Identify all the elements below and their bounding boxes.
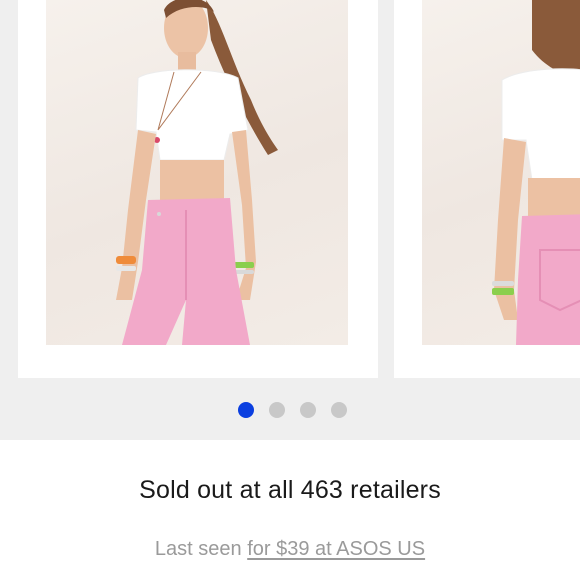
last-seen-prefix: Last seen [154, 538, 242, 560]
product-photo-front [46, 0, 348, 345]
carousel-dot-4[interactable] [330, 402, 347, 418]
image-carousel[interactable] [0, 0, 580, 440]
model-front-image [116, 0, 278, 345]
availability-status: Sold out at all 463 retailers [139, 476, 441, 504]
carousel-dot-2[interactable] [268, 402, 285, 418]
carousel-pagination [0, 402, 580, 418]
product-image-card[interactable] [394, 0, 580, 378]
product-image-card[interactable] [18, 0, 378, 378]
carousel-dot-1[interactable] [237, 402, 254, 418]
product-photo-back [422, 0, 580, 345]
model-back-image [492, 0, 580, 345]
last-seen-line: Last seen for $39 at ASOS US [0, 538, 580, 561]
last-seen-retailer-link[interactable]: for $39 at ASOS US [247, 538, 425, 560]
carousel-dot-3[interactable] [299, 402, 316, 418]
